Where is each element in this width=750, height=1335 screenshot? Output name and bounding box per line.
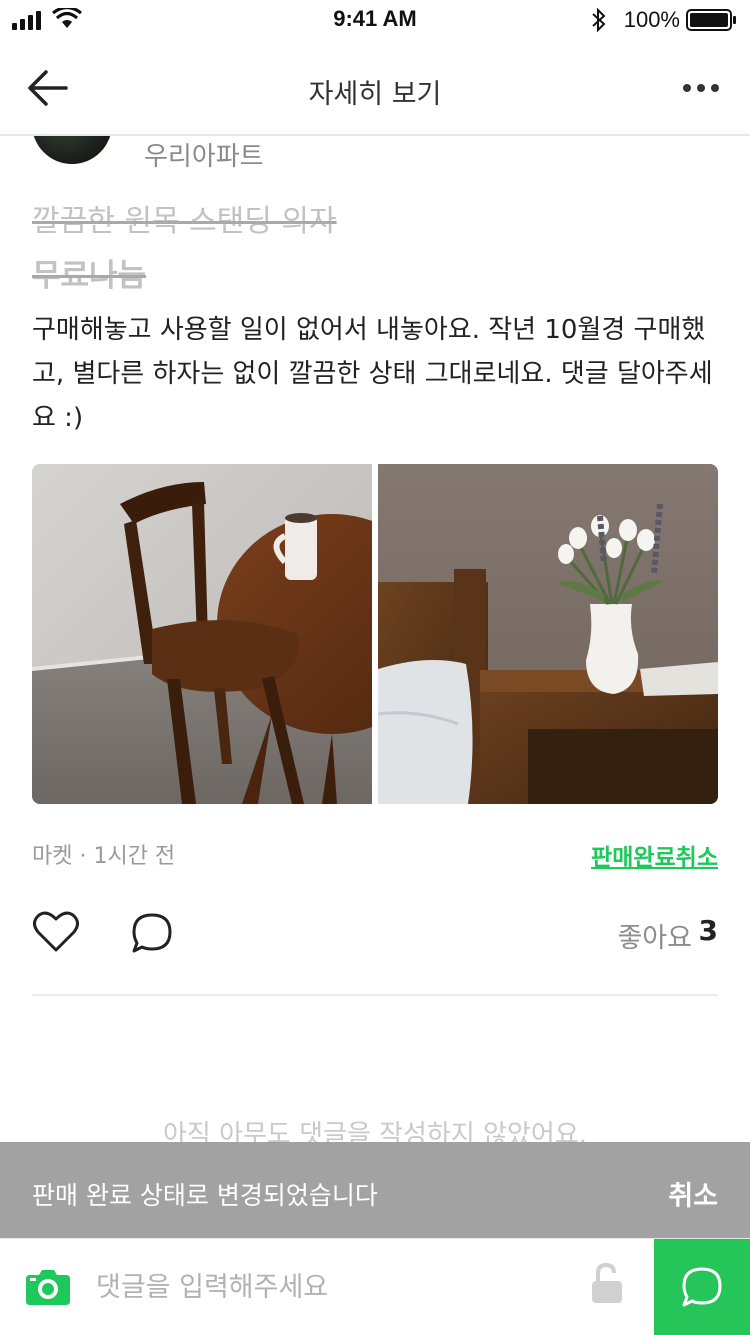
item-photo-nightstand[interactable] xyxy=(378,464,718,804)
send-button[interactable] xyxy=(654,1239,750,1335)
seller-location: 우리아파트 xyxy=(144,142,264,172)
post-detail-content[interactable]: 우리아파트 깔끔한 원목 스탠딩 의자 무료나눔 구매해놓고 사용할 일이 없어… xyxy=(0,136,750,1142)
navigation-bar: 자세히 보기 xyxy=(0,40,750,136)
item-description: 구매해놓고 사용할 일이 없어서 내놓아요. 작년 10월경 구매했고, 별다른… xyxy=(32,315,713,433)
like-count: 3 xyxy=(698,914,718,947)
item-price: 무료나눔 xyxy=(32,258,147,294)
page-title: 자세히 보기 xyxy=(308,79,442,110)
bluetooth-icon xyxy=(592,8,606,32)
toast-message: 판매 완료 상태로 변경되었습니다 xyxy=(32,1181,378,1210)
send-bubble-icon xyxy=(682,1267,722,1307)
item-photo-chair[interactable] xyxy=(32,464,372,804)
like-label: 좋아요 xyxy=(617,923,692,954)
empty-comments-message: 아직 아무도 댓글을 작성하지 않았어요. xyxy=(162,1120,588,1142)
unlock-icon[interactable] xyxy=(590,1263,624,1305)
battery-icon xyxy=(686,9,736,31)
camera-icon[interactable] xyxy=(26,1267,70,1305)
more-options-icon[interactable] xyxy=(682,82,722,94)
avatar[interactable] xyxy=(32,136,112,164)
toast-undo-button[interactable]: 취소 xyxy=(668,1174,718,1213)
heart-icon[interactable] xyxy=(32,910,80,954)
comment-bubble-icon[interactable] xyxy=(130,911,174,955)
status-bar: 9:41 AM 100% xyxy=(0,0,750,40)
status-toast: 판매 완료 상태로 변경되었습니다 취소 xyxy=(0,1142,750,1238)
post-meta: 마켓 · 1시간 전 xyxy=(32,844,176,869)
divider xyxy=(32,994,718,996)
item-title: 깔끔한 원목 스탠딩 의자 xyxy=(32,204,337,239)
cancel-sold-link[interactable]: 판매완료취소 xyxy=(591,838,718,872)
battery-percentage: 100% xyxy=(623,7,680,32)
comment-bar xyxy=(0,1238,750,1335)
comment-input[interactable] xyxy=(96,1265,576,1309)
